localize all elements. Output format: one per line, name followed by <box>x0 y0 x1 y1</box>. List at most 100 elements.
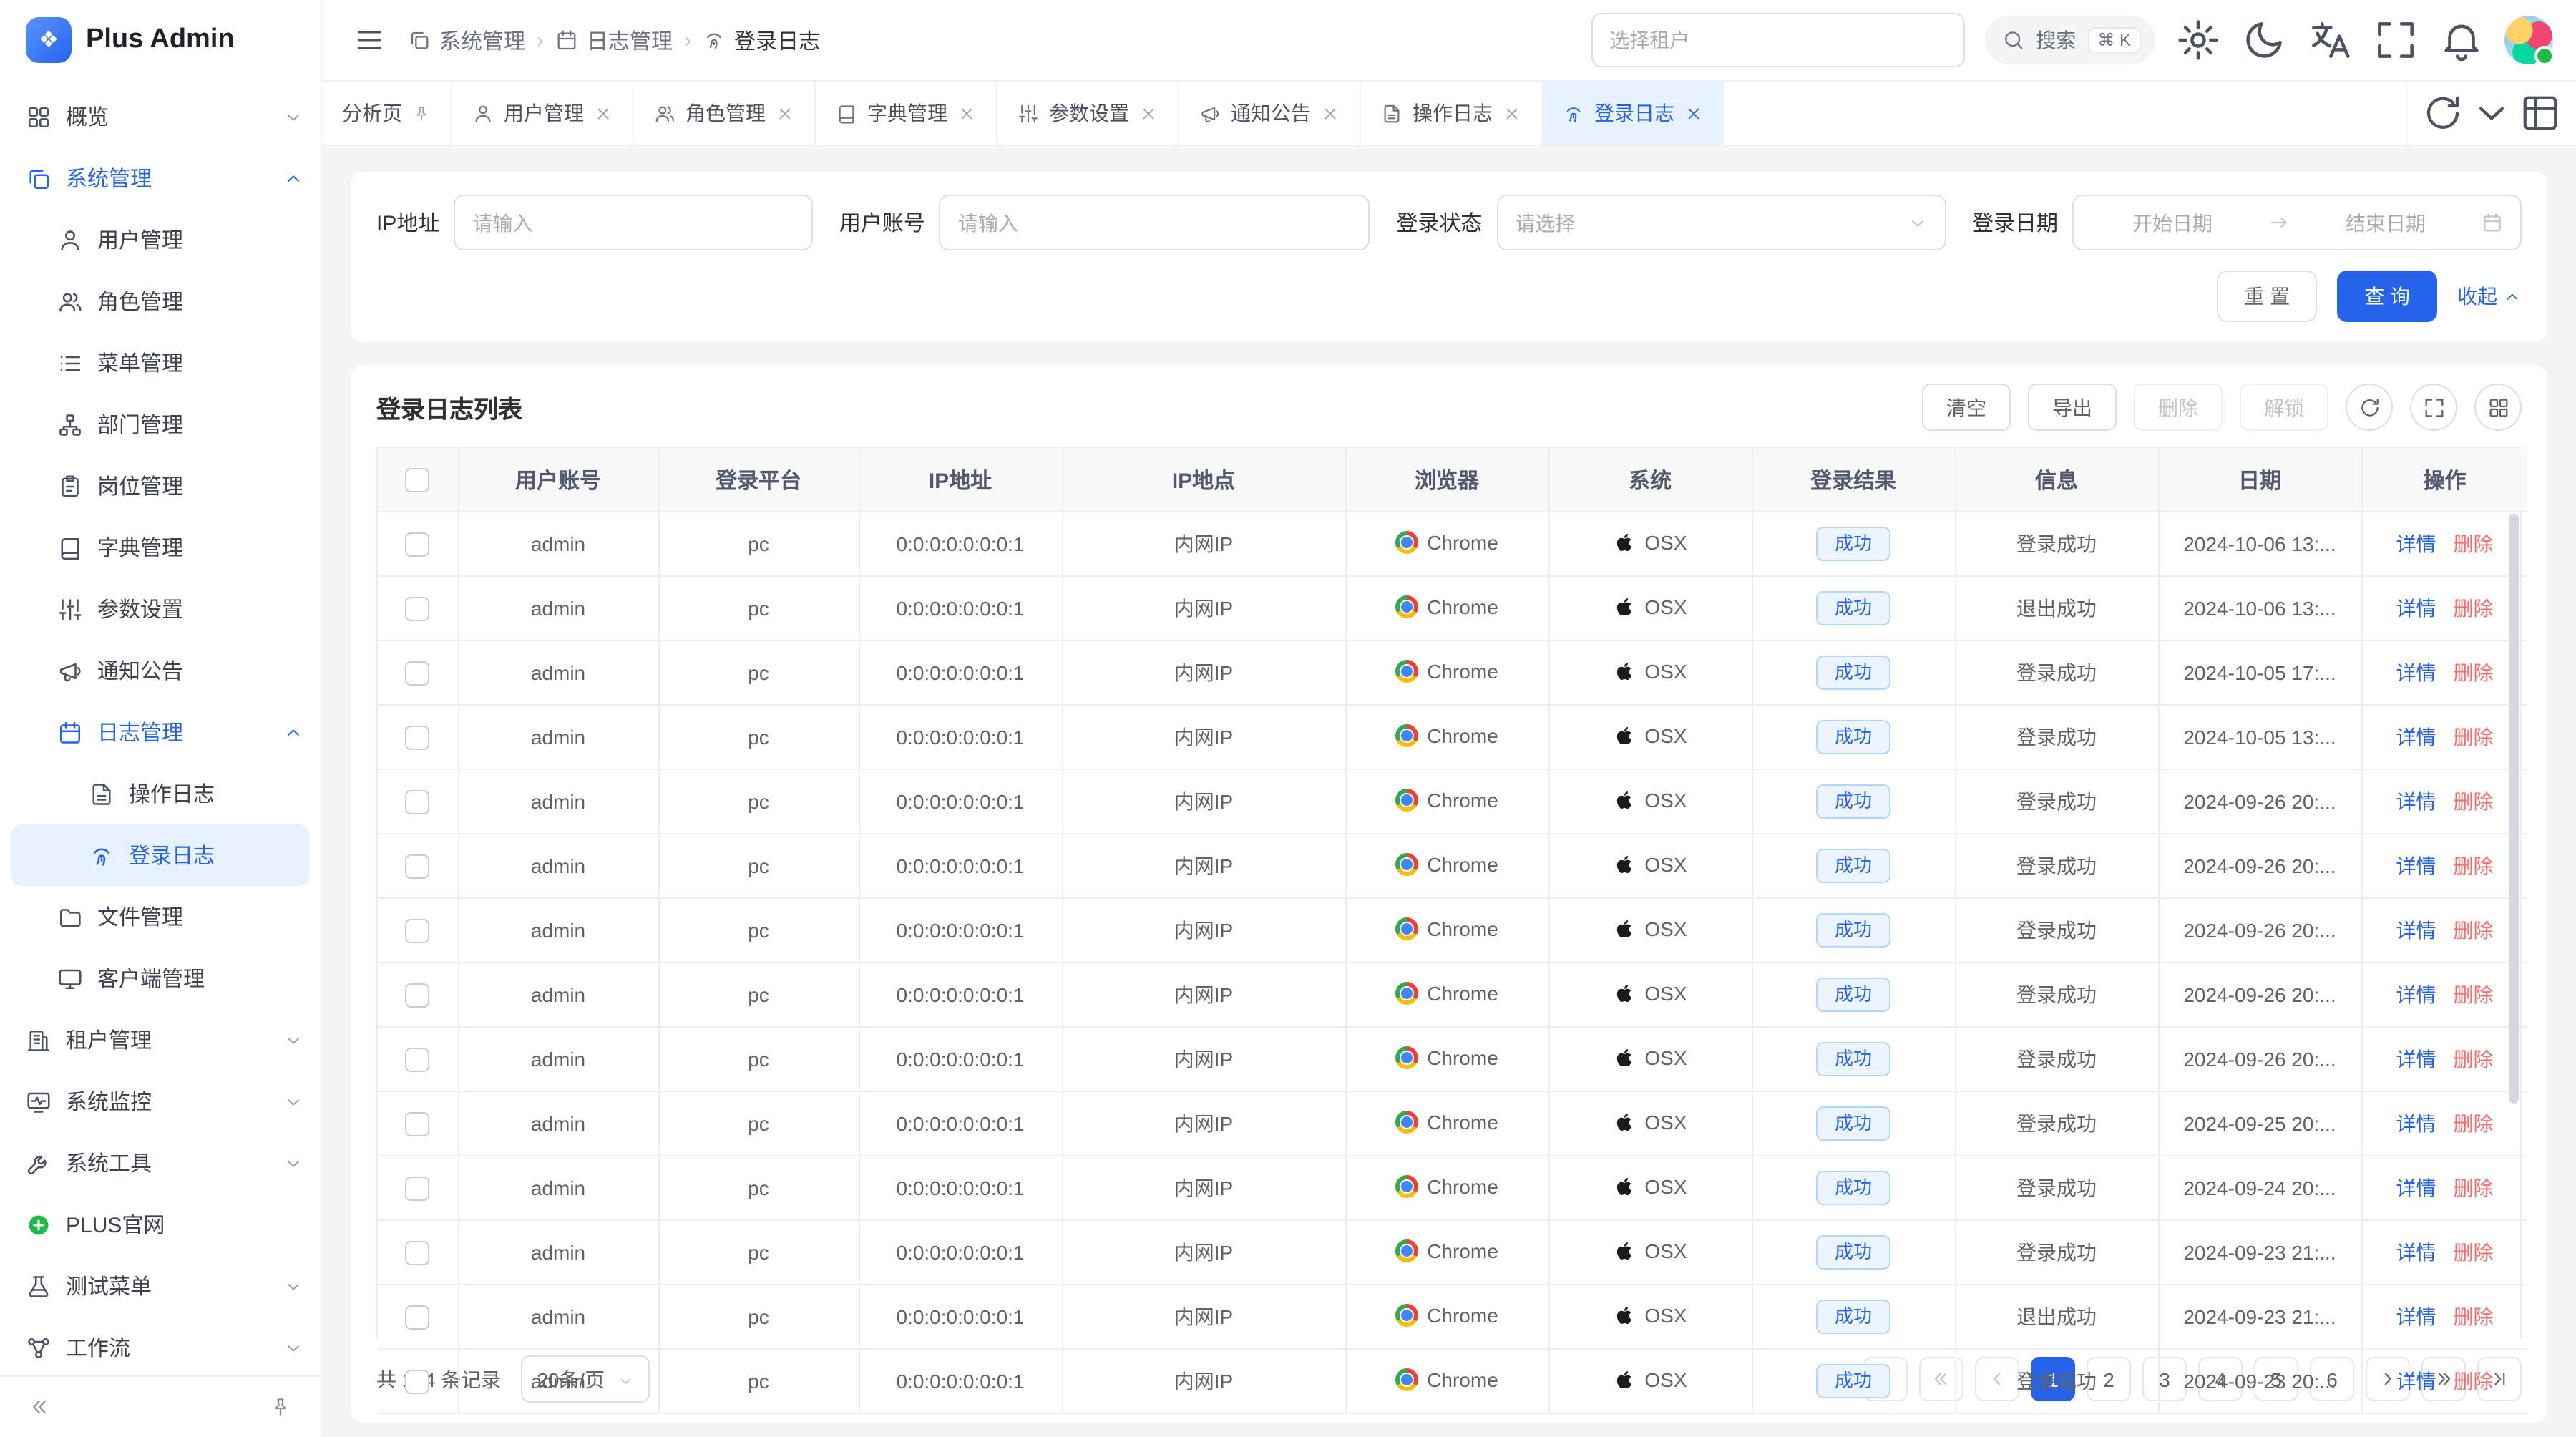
sidebar-item-overview[interactable]: 概览 <box>0 86 321 147</box>
sidebar-item-logmgr[interactable]: 日志管理 <box>0 701 321 763</box>
status-filter-select[interactable]: 请选择 <box>1496 195 1946 250</box>
row-detail-link[interactable]: 详情 <box>2396 854 2436 877</box>
collapse-sidebar-button[interactable] <box>20 1394 60 1420</box>
notifications-button[interactable] <box>2439 17 2484 63</box>
row-delete-link[interactable]: 删除 <box>2454 661 2494 684</box>
row-checkbox[interactable] <box>406 1370 430 1394</box>
close-tab-icon[interactable] <box>1684 104 1703 122</box>
row-checkbox[interactable] <box>406 532 430 557</box>
refresh-tab-button[interactable] <box>2421 92 2464 135</box>
collapse-filters-link[interactable]: 收起 <box>2457 282 2522 311</box>
user-avatar[interactable] <box>2504 16 2553 64</box>
row-delete-link[interactable]: 删除 <box>2454 854 2494 877</box>
query-button[interactable]: 查 询 <box>2337 271 2437 322</box>
date-range-picker[interactable]: 开始日期 结束日期 <box>2072 195 2522 250</box>
sidebar-item-test[interactable]: 测试菜单 <box>0 1255 321 1317</box>
row-detail-link[interactable]: 详情 <box>2396 1177 2436 1199</box>
app-logo[interactable]: ❖ Plus Admin <box>0 0 321 80</box>
select-all-checkbox[interactable] <box>406 468 430 492</box>
layout-toggle-button[interactable] <box>2519 92 2562 135</box>
row-checkbox[interactable] <box>406 1048 430 1072</box>
row-delete-link[interactable]: 删除 <box>2454 726 2494 749</box>
close-tab-icon[interactable] <box>1321 104 1340 122</box>
close-tab-icon[interactable] <box>1503 104 1521 122</box>
row-checkbox[interactable] <box>406 597 430 621</box>
sidebar-item-user[interactable]: 用户管理 <box>0 209 321 271</box>
table-fullscreen-button[interactable] <box>2410 384 2457 431</box>
row-checkbox[interactable] <box>406 1305 430 1330</box>
row-checkbox[interactable] <box>406 1112 430 1136</box>
sidebar-item-oplog[interactable]: 操作日志 <box>0 763 321 824</box>
dark-mode-button[interactable] <box>2241 17 2287 63</box>
tab-menu-button[interactable] <box>2470 92 2513 135</box>
row-checkbox[interactable] <box>406 1241 430 1265</box>
row-checkbox[interactable] <box>406 1177 430 1201</box>
row-delete-link[interactable]: 删除 <box>2454 1112 2494 1135</box>
row-detail-link[interactable]: 详情 <box>2396 919 2436 942</box>
tab-param[interactable]: 参数设置 <box>997 82 1179 145</box>
row-delete-link[interactable]: 删除 <box>2454 1305 2494 1328</box>
sidebar-item-param[interactable]: 参数设置 <box>0 578 321 640</box>
row-delete-link[interactable]: 删除 <box>2454 1370 2494 1393</box>
sidebar-item-client[interactable]: 客户端管理 <box>0 948 321 1009</box>
column-settings-button[interactable] <box>2474 384 2522 431</box>
unlock-button[interactable]: 解锁 <box>2240 384 2328 431</box>
settings-button[interactable] <box>2175 17 2221 63</box>
close-tab-icon[interactable] <box>594 104 613 122</box>
row-detail-link[interactable]: 详情 <box>2396 1305 2436 1328</box>
table-scrollbar[interactable] <box>2509 514 2519 1333</box>
sidebar-item-menus[interactable]: 菜单管理 <box>0 332 321 394</box>
language-button[interactable] <box>2307 17 2353 63</box>
tab-role[interactable]: 角色管理 <box>634 82 816 145</box>
row-detail-link[interactable]: 详情 <box>2396 790 2436 813</box>
ip-filter-input[interactable] <box>454 195 813 250</box>
tab-oplog[interactable]: 操作日志 <box>1361 82 1543 145</box>
row-detail-link[interactable]: 详情 <box>2396 1048 2436 1071</box>
sidebar-item-dict[interactable]: 字典管理 <box>0 517 321 578</box>
row-checkbox[interactable] <box>406 854 430 879</box>
row-detail-link[interactable]: 详情 <box>2396 1112 2436 1135</box>
row-detail-link[interactable]: 详情 <box>2396 661 2436 684</box>
row-checkbox[interactable] <box>406 983 430 1008</box>
sidebar-item-role[interactable]: 角色管理 <box>0 271 321 332</box>
breadcrumb-item[interactable]: 登录日志 <box>703 25 820 55</box>
close-tab-icon[interactable] <box>776 104 794 122</box>
row-detail-link[interactable]: 详情 <box>2396 1241 2436 1264</box>
row-delete-link[interactable]: 删除 <box>2454 1048 2494 1071</box>
hamburger-menu-button[interactable] <box>345 16 394 64</box>
close-tab-icon[interactable] <box>957 104 976 122</box>
sidebar-item-loginlog[interactable]: 登录日志 <box>11 824 309 886</box>
sidebar-item-tools[interactable]: 系统工具 <box>0 1132 321 1194</box>
delete-button[interactable]: 删除 <box>2134 384 2223 431</box>
row-delete-link[interactable]: 删除 <box>2454 983 2494 1006</box>
row-delete-link[interactable]: 删除 <box>2454 1241 2494 1264</box>
sidebar-item-workflow[interactable]: 工作流 <box>0 1317 321 1378</box>
row-detail-link[interactable]: 详情 <box>2396 532 2436 555</box>
reset-button[interactable]: 重 置 <box>2217 271 2317 322</box>
sidebar-item-file[interactable]: 文件管理 <box>0 886 321 948</box>
breadcrumb-item[interactable]: 系统管理 <box>408 25 525 55</box>
row-detail-link[interactable]: 详情 <box>2396 1370 2436 1393</box>
row-delete-link[interactable]: 删除 <box>2454 919 2494 942</box>
refresh-table-button[interactable] <box>2346 384 2393 431</box>
fullscreen-button[interactable] <box>2373 17 2419 63</box>
tab-analysis[interactable]: 分析页 <box>322 82 452 145</box>
clear-button[interactable]: 清空 <box>1922 384 2011 431</box>
row-delete-link[interactable]: 删除 <box>2454 597 2494 620</box>
row-detail-link[interactable]: 详情 <box>2396 983 2436 1006</box>
tab-user[interactable]: 用户管理 <box>452 82 634 145</box>
tenant-select-input[interactable] <box>1591 13 1964 67</box>
row-delete-link[interactable]: 删除 <box>2454 790 2494 813</box>
row-delete-link[interactable]: 删除 <box>2454 532 2494 555</box>
close-tab-icon[interactable] <box>1139 104 1158 122</box>
sidebar-item-plus[interactable]: PLUS官网 <box>0 1194 321 1255</box>
row-delete-link[interactable]: 删除 <box>2454 1177 2494 1199</box>
account-filter-input[interactable] <box>940 195 1370 250</box>
tab-loginlog[interactable]: 登录日志 <box>1543 82 1724 145</box>
sidebar-item-notice[interactable]: 通知公告 <box>0 640 321 701</box>
row-checkbox[interactable] <box>406 726 430 750</box>
tab-notice[interactable]: 通知公告 <box>1179 82 1361 145</box>
breadcrumb-item[interactable]: 日志管理 <box>555 25 673 55</box>
global-search-button[interactable]: 搜索 ⌘ K <box>1984 16 2155 64</box>
sidebar-item-monitor[interactable]: 系统监控 <box>0 1071 321 1132</box>
